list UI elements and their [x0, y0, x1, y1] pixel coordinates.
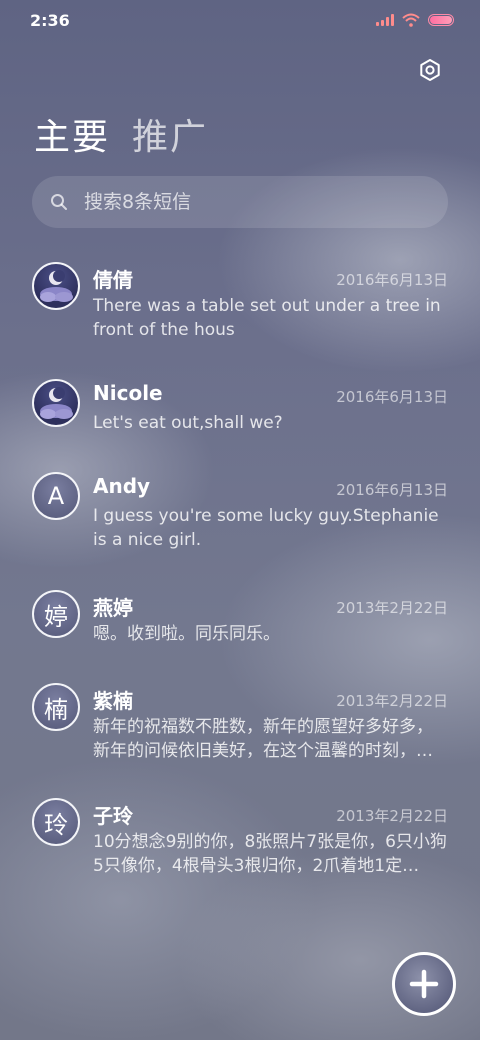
- contact-name: 燕婷: [93, 596, 133, 620]
- tab-primary[interactable]: 主要: [34, 108, 110, 160]
- avatar-letter: 玲: [44, 810, 68, 839]
- conversation-item[interactable]: A Andy 2016年6月13日 I guess you're some lu…: [0, 460, 480, 570]
- wifi-icon: [402, 13, 420, 27]
- gear-icon: [420, 59, 440, 81]
- message-snippet: There was a table set out under a tree i…: [93, 296, 441, 340]
- moon-night-icon: [40, 387, 73, 419]
- avatar: 婷: [32, 590, 80, 638]
- avatar-letter: A: [47, 482, 65, 510]
- status-bar: 2:36: [0, 0, 480, 40]
- avatar-letter: 楠: [44, 695, 68, 724]
- message-snippet: 10分想念9别的你，8张照片7张是你，6只小狗5只像你，4根骨头3根归你，2爪着…: [93, 832, 447, 876]
- contact-name: 子玲: [93, 804, 133, 828]
- message-date: 2016年6月13日: [336, 271, 448, 289]
- message-date: 2013年2月22日: [336, 692, 448, 710]
- new-message-button[interactable]: [392, 952, 456, 1016]
- status-time: 2:36: [30, 11, 70, 30]
- moon-night-icon: [40, 270, 73, 302]
- avatar: 楠: [32, 683, 80, 731]
- signal-icon: [376, 14, 394, 26]
- search-icon: [51, 194, 67, 210]
- conversation-item[interactable]: 楠 紫楠 2013年2月22日 新年的祝福数不胜数，新年的愿望好多好多，新年的问…: [0, 671, 480, 781]
- contact-name: Nicole: [93, 381, 163, 405]
- contact-name: Andy: [93, 474, 151, 498]
- message-date: 2013年2月22日: [336, 599, 448, 617]
- search-input[interactable]: [82, 190, 406, 214]
- message-snippet: 新年的祝福数不胜数，新年的愿望好多好多，新年的问候依旧美好，在这个温馨的时刻，…: [93, 717, 433, 761]
- avatar: [32, 262, 80, 310]
- message-date: 2016年6月13日: [336, 481, 448, 499]
- contact-name: 倩倩: [93, 268, 133, 292]
- tab-promotions[interactable]: 推广: [132, 108, 208, 160]
- avatar: [32, 379, 80, 427]
- status-icons: [376, 13, 454, 27]
- settings-button[interactable]: [414, 54, 446, 86]
- message-date: 2013年2月22日: [336, 807, 448, 825]
- tab-bar: 主要 推广: [34, 108, 208, 160]
- conversation-item[interactable]: Nicole 2016年6月13日 Let's eat out,shall we…: [0, 367, 480, 462]
- conversation-item[interactable]: 玲 子玲 2013年2月22日 10分想念9别的你，8张照片7张是你，6只小狗5…: [0, 786, 480, 896]
- message-snippet: I guess you're some lucky guy.Stephanie …: [93, 506, 439, 550]
- search-bar[interactable]: [32, 176, 448, 228]
- conversation-item[interactable]: 婷 燕婷 2013年2月22日 嗯。收到啦。同乐同乐。: [0, 578, 480, 673]
- avatar: 玲: [32, 798, 80, 846]
- message-snippet: Let's eat out,shall we?: [93, 413, 283, 433]
- contact-name: 紫楠: [93, 689, 133, 713]
- avatar: A: [32, 472, 80, 520]
- battery-icon: [428, 14, 454, 26]
- message-date: 2016年6月13日: [336, 388, 448, 406]
- plus-icon: [409, 969, 439, 999]
- conversation-item[interactable]: 倩倩 2016年6月13日 There was a table set out …: [0, 250, 480, 360]
- avatar-letter: 婷: [44, 602, 68, 631]
- message-snippet: 嗯。收到啦。同乐同乐。: [93, 624, 280, 644]
